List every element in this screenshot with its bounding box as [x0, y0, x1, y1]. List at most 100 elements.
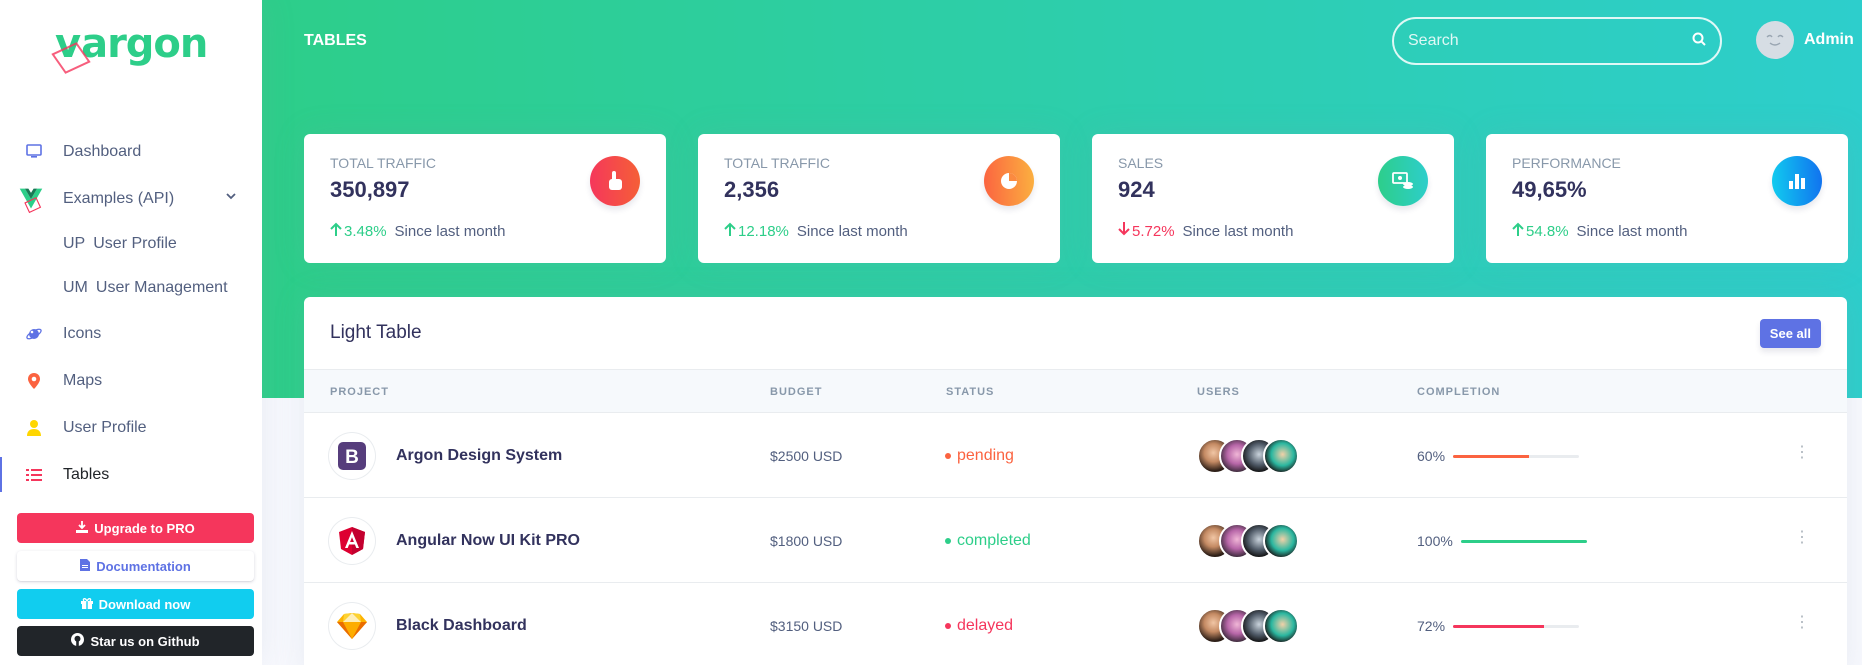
sidebar-subitem-user-profile[interactable]: UP User Profile [0, 222, 262, 266]
table-header: Light Table See all [304, 297, 1847, 370]
github-star-button[interactable]: Star us on Github [17, 626, 254, 656]
status-badge: delayed [945, 617, 1013, 635]
list-icon [24, 465, 44, 485]
stat-card: Performance 49,65% 54.8% Since last mont… [1486, 134, 1848, 263]
status-dot [945, 538, 951, 544]
planet-icon [24, 324, 44, 344]
user-avatar-group [1197, 523, 1299, 559]
monitor-icon [24, 142, 44, 162]
sidebar-item-label: Icons [63, 324, 102, 342]
gift-icon [80, 597, 93, 612]
brand-v: v [55, 21, 82, 67]
project-name[interactable]: Black Dashboard [396, 617, 527, 635]
sidebar-item-icons[interactable]: Icons [0, 310, 262, 357]
completion: 100% [1417, 533, 1587, 549]
bootstrap-logo-icon: B [329, 433, 375, 479]
stat-footer: 3.48% Since last month [330, 222, 505, 240]
stat-card: Total traffic 2,356 12.18% Since last mo… [698, 134, 1060, 263]
project-name[interactable]: Angular Now UI Kit PRO [396, 532, 580, 550]
status-badge: completed [945, 532, 1031, 550]
sidebar-nav: Dashboard Examples (API) UP User Profile… [0, 128, 262, 498]
status-dot [945, 453, 951, 459]
sidebar-subitem-user-management[interactable]: UM User Management [0, 266, 262, 310]
arrow-up-icon [724, 222, 736, 240]
more-options-icon[interactable]: ⋮ [1794, 530, 1810, 546]
stat-delta: 3.48% [344, 222, 387, 240]
stat-footer: 54.8% Since last month [1512, 222, 1687, 240]
search-input[interactable] [1408, 32, 1692, 50]
sidebar-item-label: Maps [63, 371, 103, 389]
completion-label: 100% [1417, 533, 1453, 549]
budget: $2500 USD [770, 448, 843, 464]
download-now-button[interactable]: Download now [17, 589, 254, 619]
see-all-button[interactable]: See all [1759, 318, 1821, 348]
upgrade-button[interactable]: Upgrade to PRO [17, 513, 254, 543]
status-label: completed [957, 532, 1031, 549]
arrow-up-icon [330, 222, 342, 240]
github-star-button-label: Star us on Github [90, 633, 200, 649]
progress-fill [1453, 624, 1544, 628]
project-name[interactable]: Argon Design System [396, 447, 562, 465]
brand-logo[interactable]: v argon [55, 21, 208, 67]
stat-value: 350,897 [330, 177, 410, 202]
table-column-headers: Project Budget Status Users Completion [304, 370, 1847, 413]
subitem-abbr: UP [63, 235, 86, 252]
completion-label: 60% [1417, 448, 1446, 464]
stat-label: Total traffic [330, 155, 437, 171]
column-header-project[interactable]: Project [330, 386, 389, 398]
more-options-icon[interactable]: ⋮ [1794, 445, 1810, 461]
status-label: delayed [957, 617, 1014, 634]
status-dot [945, 623, 951, 629]
progress-bar [1453, 454, 1580, 458]
avatar[interactable] [1756, 21, 1794, 59]
sidebar-item-label: User Profile [63, 418, 147, 436]
subitem-label: User Profile [93, 235, 177, 252]
sidebar-item-label: Tables [63, 465, 110, 483]
table-row: B Argon Design System $2500 USD pending … [304, 413, 1847, 498]
user-name[interactable]: Admin [1804, 31, 1854, 49]
stat-since: Since last month [1576, 222, 1688, 240]
sidebar-item-examples[interactable]: Examples (API) [0, 175, 262, 222]
chevron-down-icon[interactable] [226, 189, 236, 203]
user-icon [24, 418, 44, 438]
sidebar-item-tables[interactable]: Tables [0, 451, 262, 498]
sidebar-item-dashboard[interactable]: Dashboard [0, 128, 262, 175]
more-options-icon[interactable]: ⋮ [1794, 615, 1810, 631]
completion: 60% [1417, 448, 1580, 464]
progress-bar [1460, 539, 1587, 543]
hand-pointer-icon [590, 156, 640, 206]
column-header-users[interactable]: Users [1197, 386, 1240, 398]
user-menu[interactable]: Admin [1756, 21, 1854, 59]
stat-delta: 54.8% [1526, 222, 1569, 240]
documentation-button-label: Documentation [96, 558, 191, 574]
table-row: Black Dashboard $3150 USD delayed 72% ⋮ [304, 583, 1847, 665]
svg-text:B: B [345, 447, 359, 468]
progress-fill [1460, 539, 1587, 543]
sidebar-item-label: Examples (API) [63, 189, 175, 207]
stat-label: Total traffic [724, 155, 831, 171]
subitem-abbr: UM [63, 279, 88, 296]
column-header-completion[interactable]: Completion [1417, 386, 1500, 398]
column-header-status[interactable]: Status [946, 386, 994, 398]
search-icon[interactable] [1692, 32, 1706, 51]
avatar[interactable] [1263, 608, 1299, 644]
brand-word: argon [81, 21, 208, 67]
budget: $1800 USD [770, 533, 843, 549]
subitem-label: User Management [95, 279, 228, 296]
completion-label: 72% [1417, 618, 1446, 634]
documentation-button[interactable]: Documentation [17, 551, 254, 581]
user-avatar-group [1197, 438, 1299, 474]
stat-value: 2,356 [724, 177, 780, 202]
sidebar-item-maps[interactable]: Maps [0, 357, 262, 404]
download-now-button-label: Download now [98, 596, 191, 612]
money-coins-icon [1378, 156, 1428, 206]
sidebar-item-user-profile[interactable]: User Profile [0, 404, 262, 451]
progress-fill [1453, 454, 1529, 458]
status-label: pending [957, 447, 1014, 464]
avatar[interactable] [1263, 438, 1299, 474]
table-title: Light Table [330, 322, 422, 343]
column-header-budget[interactable]: Budget [770, 386, 822, 398]
search-bar[interactable] [1392, 17, 1722, 65]
avatar[interactable] [1263, 523, 1299, 559]
stat-delta: 12.18% [738, 222, 789, 240]
